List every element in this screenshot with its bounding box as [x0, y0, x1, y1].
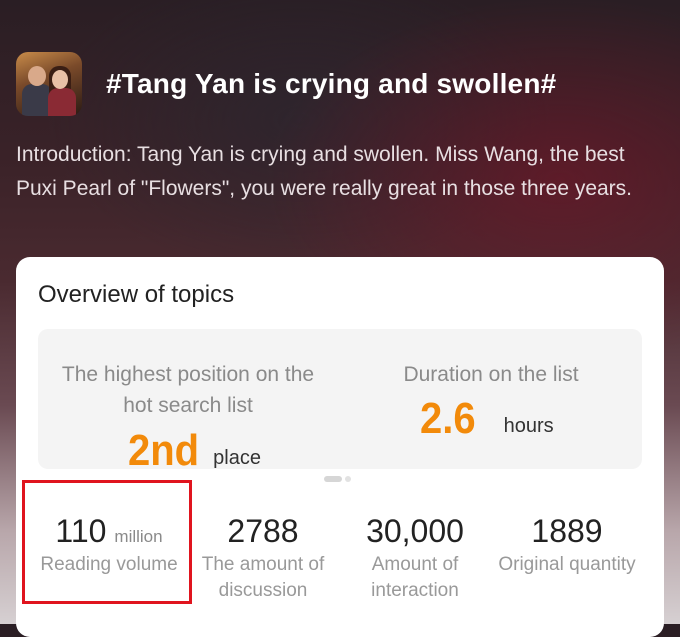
ranking-panel[interactable]: The highest position on the hot search l…	[38, 329, 642, 475]
stat-original[interactable]: 1889 Original quantity	[482, 513, 652, 578]
indicator-inactive	[345, 476, 351, 482]
stat-label: Amount of interaction	[371, 554, 459, 601]
highest-position-label: The highest position on the hot search l…	[61, 363, 315, 417]
stat-label: Original quantity	[498, 554, 636, 575]
duration-unit: hours	[503, 415, 554, 437]
topic-header: #Tang Yan is crying and swollen#	[16, 52, 556, 116]
stat-value: 30,000	[366, 513, 464, 549]
highest-position-value: 2nd	[128, 427, 200, 475]
avatar-face	[28, 66, 46, 86]
duration-value-wrap: 2.6 hours	[340, 329, 642, 469]
stat-value: 1889	[531, 513, 603, 549]
carousel-indicator	[324, 476, 351, 482]
reading-volume-highlight-box	[22, 480, 192, 604]
stat-discussion[interactable]: 2788 The amount of discussion	[178, 513, 348, 604]
topic-introduction: Introduction: Tang Yan is crying and swo…	[16, 143, 633, 200]
highest-position-block: The highest position on the hot search l…	[38, 359, 338, 421]
avatar-figure	[48, 88, 76, 116]
stat-value: 2788	[227, 513, 299, 549]
highest-position-unit: place	[213, 447, 261, 469]
overview-title: Overview of topics	[38, 281, 235, 308]
topic-avatar[interactable]	[16, 52, 82, 116]
duration-value-row: 2.6 hours	[420, 395, 554, 443]
avatar-face	[52, 70, 68, 89]
stat-interaction[interactable]: 30,000 Amount of interaction	[330, 513, 500, 604]
stat-label: The amount of discussion	[201, 554, 325, 601]
duration-value: 2.6	[420, 395, 476, 443]
indicator-active	[324, 476, 342, 482]
topic-title: #Tang Yan is crying and swollen#	[106, 68, 557, 99]
highest-position-value-row: 2nd place	[128, 427, 261, 475]
